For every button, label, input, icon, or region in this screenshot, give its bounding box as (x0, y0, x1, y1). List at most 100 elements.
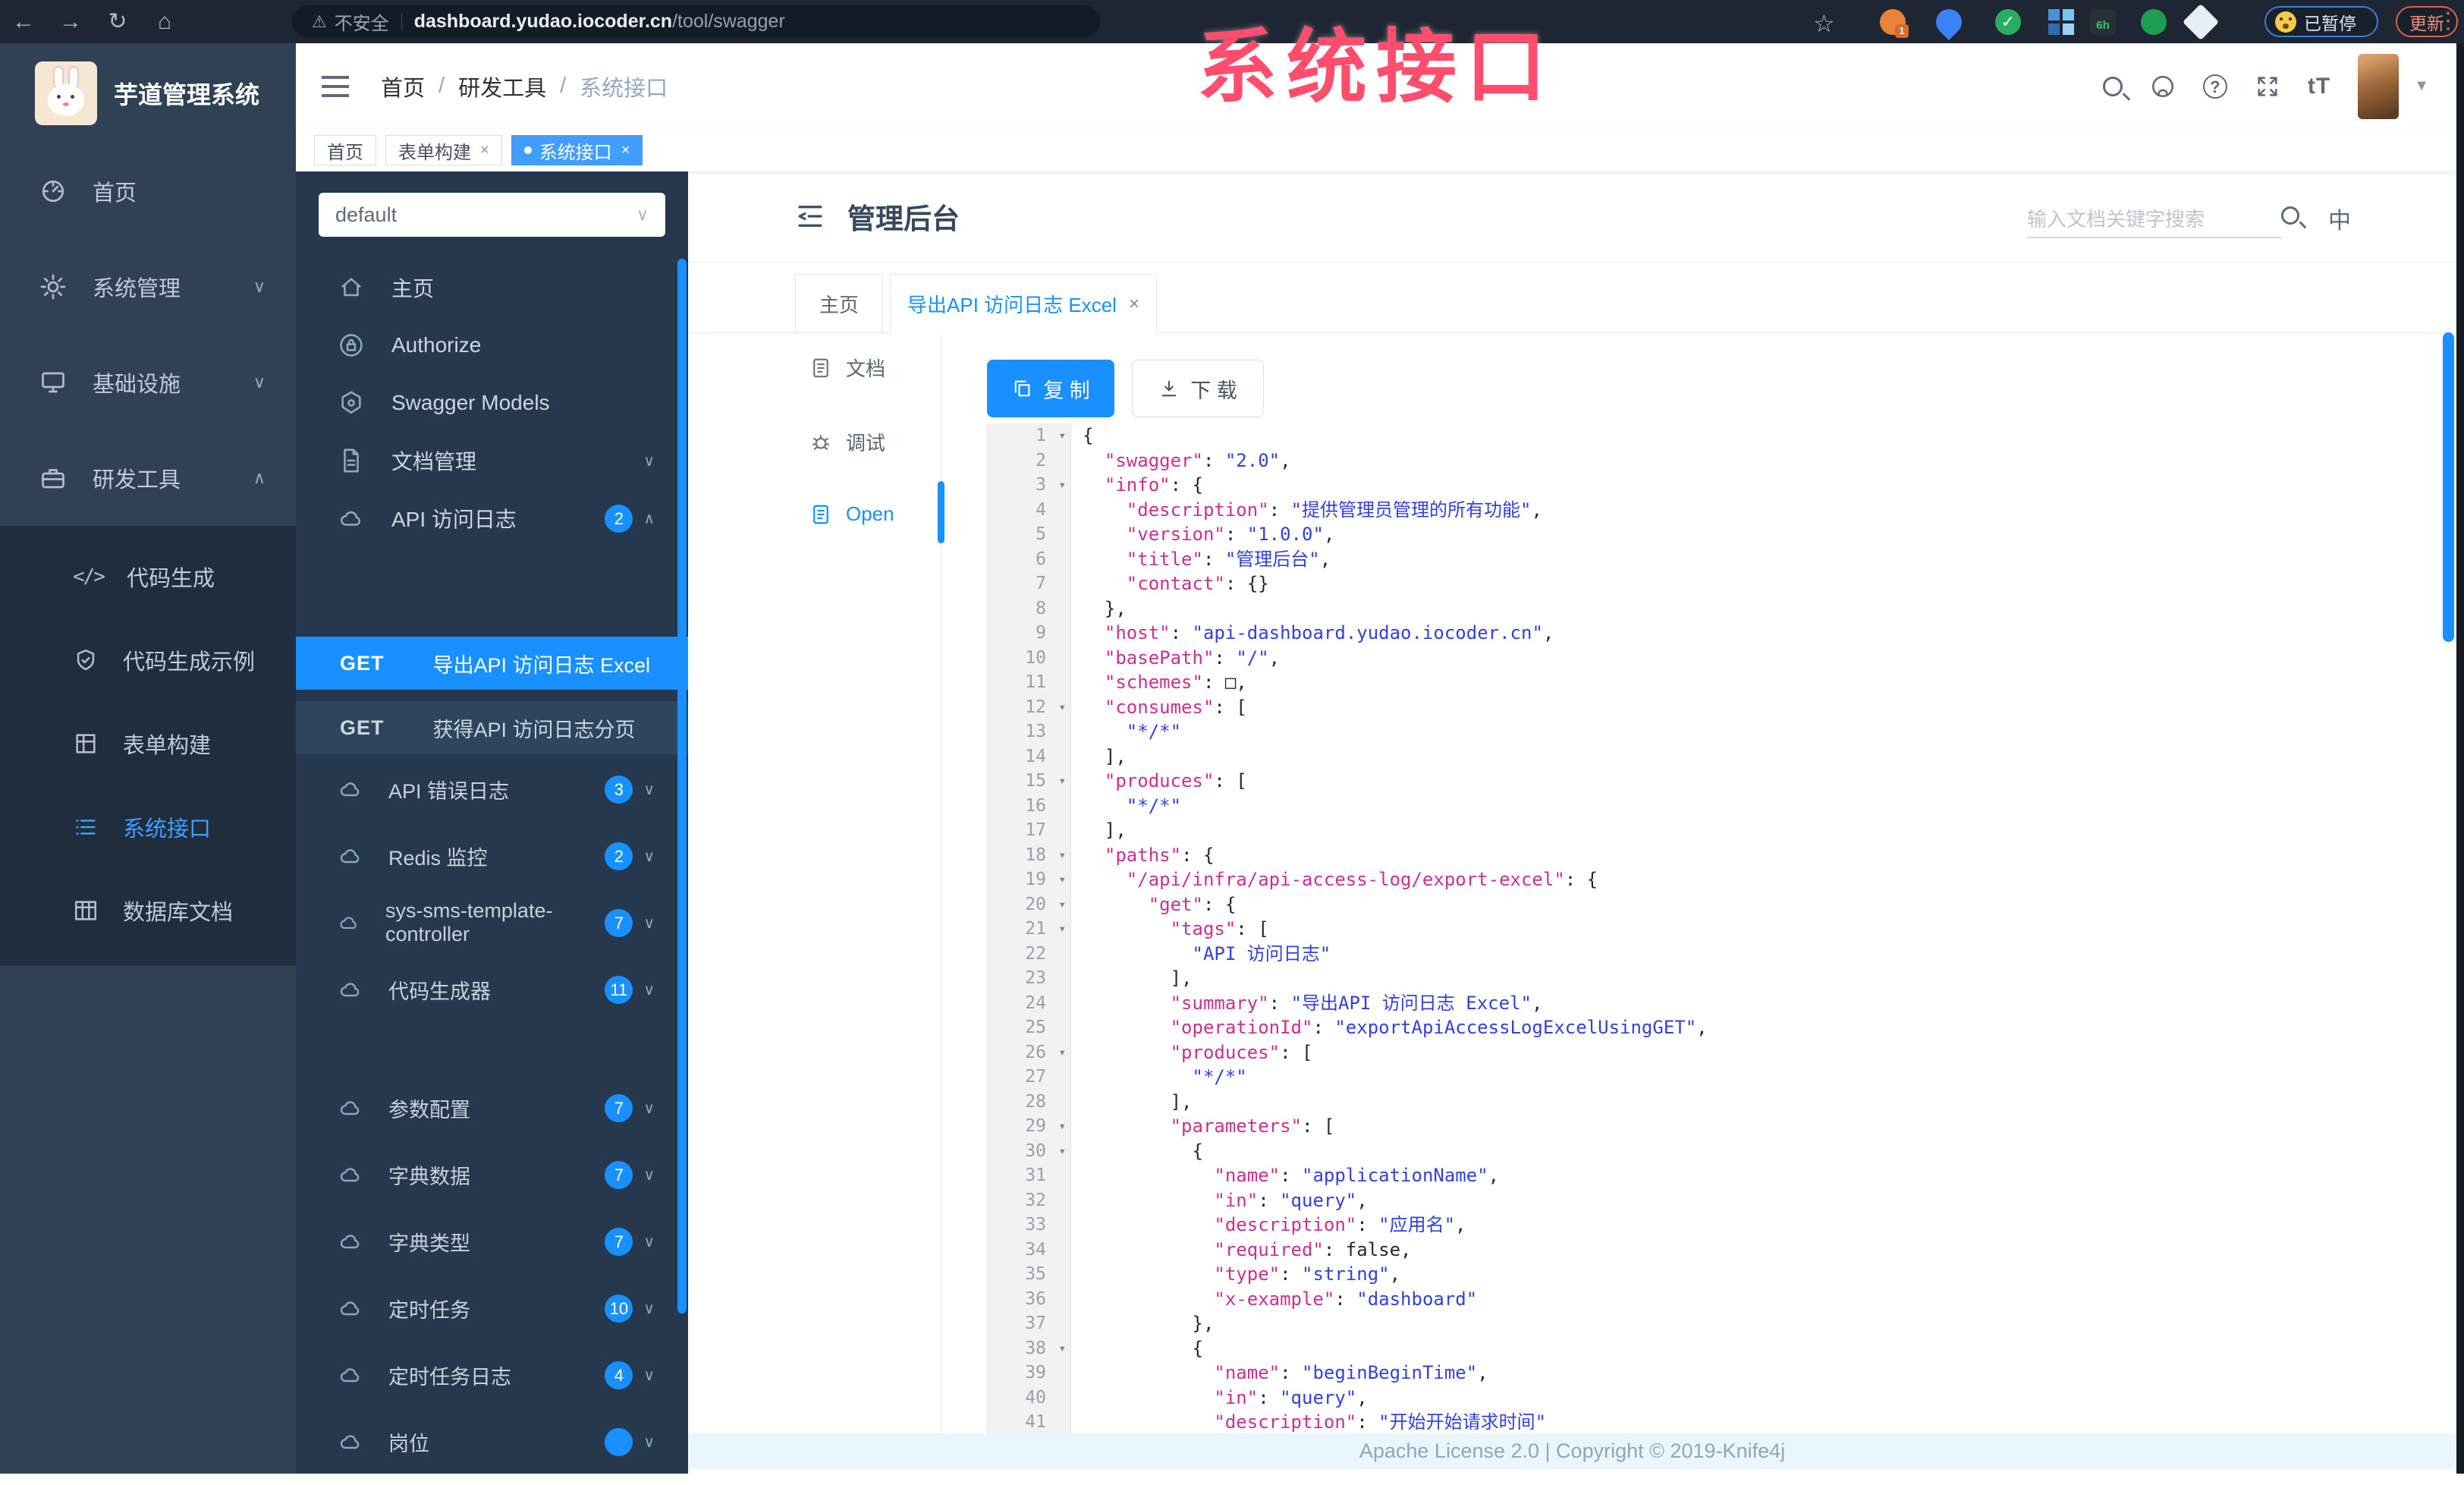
tag-home[interactable]: 首页 (314, 135, 376, 165)
sidebar-item-home[interactable]: 首页 (0, 143, 296, 239)
sidebar-item-code-gen[interactable]: </> 代码生成 (0, 535, 296, 618)
fold-caret-icon[interactable]: ▾ (1058, 769, 1066, 794)
bookmark-star-icon[interactable]: ☆ (1813, 9, 1835, 38)
json-code-editor[interactable]: 1 ▾ 2 3 ▾ 4 5 6 7 8 9 10 11 12 ▾ 13 14 15 ▾ 16 17 18 ▾ 19 ▾ 20 ▾ 21… (986, 423, 2443, 1433)
menu-fold-icon[interactable] (794, 200, 826, 232)
fold-caret-icon[interactable]: ▾ (1058, 423, 1066, 448)
close-icon[interactable]: × (480, 142, 489, 159)
user-avatar[interactable] (2358, 53, 2400, 119)
operation-export-api-log-excel[interactable]: GET 导出API 访问日志 Excel (296, 637, 688, 690)
fold-caret-icon[interactable]: ▾ (1058, 917, 1066, 942)
api-group-item[interactable]: sys-sms-template-controller 7 ∨ (296, 889, 688, 956)
extension-icon[interactable]: 6h (2090, 9, 2116, 35)
extension-icon[interactable] (2141, 9, 2167, 35)
search-icon[interactable] (2281, 206, 2299, 225)
search-icon[interactable] (2102, 76, 2123, 96)
copy-button[interactable]: 复 制 (987, 360, 1114, 417)
fold-caret-icon[interactable]: ▾ (1058, 892, 1066, 917)
doc-tab-export-api-log[interactable]: 导出API 访问日志 Excel × (890, 274, 1157, 334)
line-number[interactable]: 15 ▾ (986, 769, 1070, 794)
line-number[interactable]: 18 ▾ (986, 843, 1070, 868)
help-icon[interactable]: ? (2202, 74, 2227, 99)
browser-reload-icon[interactable]: ↻ (94, 8, 141, 35)
api-group-item[interactable]: 定时任务 10 ∨ (296, 1275, 688, 1342)
sidebar-item-code-gen-example[interactable]: 代码生成示例 (0, 618, 296, 702)
rail-item-debug[interactable]: 调试 (809, 428, 935, 456)
fold-caret-icon[interactable]: ▾ (1058, 1040, 1066, 1065)
rail-item-open[interactable]: Open (809, 502, 935, 526)
doc-search-input[interactable] (2027, 202, 2281, 238)
line-number[interactable]: 12 ▾ (986, 695, 1070, 720)
menu-item-home[interactable]: 主页 (296, 259, 688, 316)
download-button[interactable]: 下 载 (1132, 360, 1264, 417)
line-number[interactable]: 3 ▾ (986, 473, 1070, 498)
fold-caret-icon[interactable]: ▾ (1058, 473, 1066, 498)
sidebar-scrollbar[interactable] (677, 259, 687, 1314)
menu-item-swagger-models[interactable]: Swagger Models (296, 374, 688, 432)
cloud-icon (338, 777, 363, 801)
fold-caret-icon[interactable]: ▾ (1058, 867, 1066, 892)
sidebar-item-infrastructure[interactable]: 基础设施 ∨ (0, 335, 296, 430)
breadcrumb-item[interactable]: 首页 (381, 71, 425, 102)
app-logo[interactable]: 芋道管理系统 (0, 43, 296, 143)
operation-get-api-log-page[interactable]: GET 获得API 访问日志分页 (296, 701, 688, 754)
window-scrollbar[interactable] (2456, 43, 2464, 1474)
font-size-icon[interactable]: tT (2308, 74, 2330, 99)
browser-home-icon[interactable]: ⌂ (141, 9, 188, 35)
sidebar-item-system-mgmt[interactable]: 系统管理 ∨ (0, 239, 296, 335)
close-icon[interactable]: × (621, 142, 630, 159)
line-number[interactable]: 21 ▾ (986, 917, 1070, 942)
github-icon[interactable] (2150, 74, 2176, 99)
api-group-item[interactable]: 代码生成器 11 ∨ (296, 956, 688, 1023)
extension-icon[interactable] (2182, 3, 2220, 41)
sidebar-item-form-builder[interactable]: 表单构建 (0, 702, 296, 785)
doc-tab-home[interactable]: 主页 (795, 274, 883, 333)
line-number[interactable]: 19 ▾ (986, 867, 1070, 892)
close-icon[interactable]: × (1129, 294, 1139, 315)
api-group-item[interactable]: 字典数据 7 ∨ (296, 1141, 688, 1208)
extension-icon[interactable] (2048, 9, 2074, 35)
sidebar-item-system-api[interactable]: 系统接口 (0, 785, 296, 869)
sidebar-item-db-doc[interactable]: 数据库文档 (0, 869, 296, 952)
line-number[interactable]: 38 ▾ (986, 1336, 1070, 1361)
line-number[interactable]: 30 ▾ (986, 1139, 1070, 1164)
not-secure-label[interactable]: 不安全 (335, 8, 389, 35)
fold-caret-icon[interactable]: ▾ (1058, 843, 1066, 868)
line-number[interactable]: 1 ▾ (986, 423, 1070, 448)
caret-down-icon[interactable]: ▼ (2414, 77, 2429, 95)
url-field[interactable]: ⚠ 不安全 dashboard.yudao.iocoder.cn/tool/sw… (292, 5, 1100, 38)
profile-paused-pill[interactable]: 已暂停 (2264, 6, 2378, 37)
tag-system-api[interactable]: 系统接口 × (511, 135, 643, 165)
fold-caret-icon[interactable]: ▾ (1058, 695, 1066, 720)
menu-item-authorize[interactable]: Authorize (296, 316, 688, 374)
extension-icon[interactable] (1930, 3, 1968, 41)
api-group-item[interactable]: Redis 监控 2 ∨ (296, 823, 688, 889)
menu-item-doc-management[interactable]: 文档管理 ∨ (296, 432, 688, 489)
api-group-item[interactable]: 参数配置 7 ∨ (296, 1074, 688, 1141)
line-number[interactable]: 26 ▾ (986, 1040, 1070, 1065)
browser-back-icon[interactable]: ← (0, 9, 47, 35)
breadcrumb-item[interactable]: 研发工具 (458, 71, 546, 102)
fold-caret-icon[interactable]: ▾ (1058, 1139, 1066, 1164)
fullscreen-icon[interactable] (2255, 74, 2280, 99)
fold-caret-icon[interactable]: ▾ (1058, 1114, 1066, 1139)
browser-forward-icon[interactable]: → (47, 9, 94, 35)
extension-icon[interactable]: 1 (1880, 9, 1909, 38)
browser-menu-icon[interactable]: ⋮ (2437, 8, 2462, 34)
api-group-select[interactable]: default ∨ (319, 193, 665, 237)
sidebar-item-dev-tools[interactable]: 研发工具 ∧ (0, 430, 296, 526)
api-group-item[interactable]: 岗位 ∨ (296, 1408, 688, 1474)
fold-caret-icon[interactable]: ▾ (1058, 1336, 1066, 1361)
line-number[interactable]: 29 ▾ (986, 1114, 1070, 1139)
editor-scrollbar[interactable] (2443, 332, 2454, 642)
api-group-item[interactable]: 定时任务日志 4 ∨ (296, 1342, 688, 1408)
rail-item-doc[interactable]: 文档 (809, 354, 935, 382)
sidebar-collapse-icon[interactable] (322, 75, 349, 97)
language-icon[interactable]: 中 (2328, 202, 2351, 235)
api-group-item[interactable]: 字典类型 7 ∨ (296, 1208, 688, 1275)
line-number[interactable]: 20 ▾ (986, 892, 1070, 917)
menu-item-api-access-log[interactable]: API 访问日志 2 ∧ (296, 489, 688, 547)
api-group-item[interactable]: API 错误日志 3 ∨ (296, 756, 688, 823)
tag-form-builder[interactable]: 表单构建 × (385, 135, 502, 165)
extension-icon[interactable]: ✓ (1995, 9, 2021, 35)
